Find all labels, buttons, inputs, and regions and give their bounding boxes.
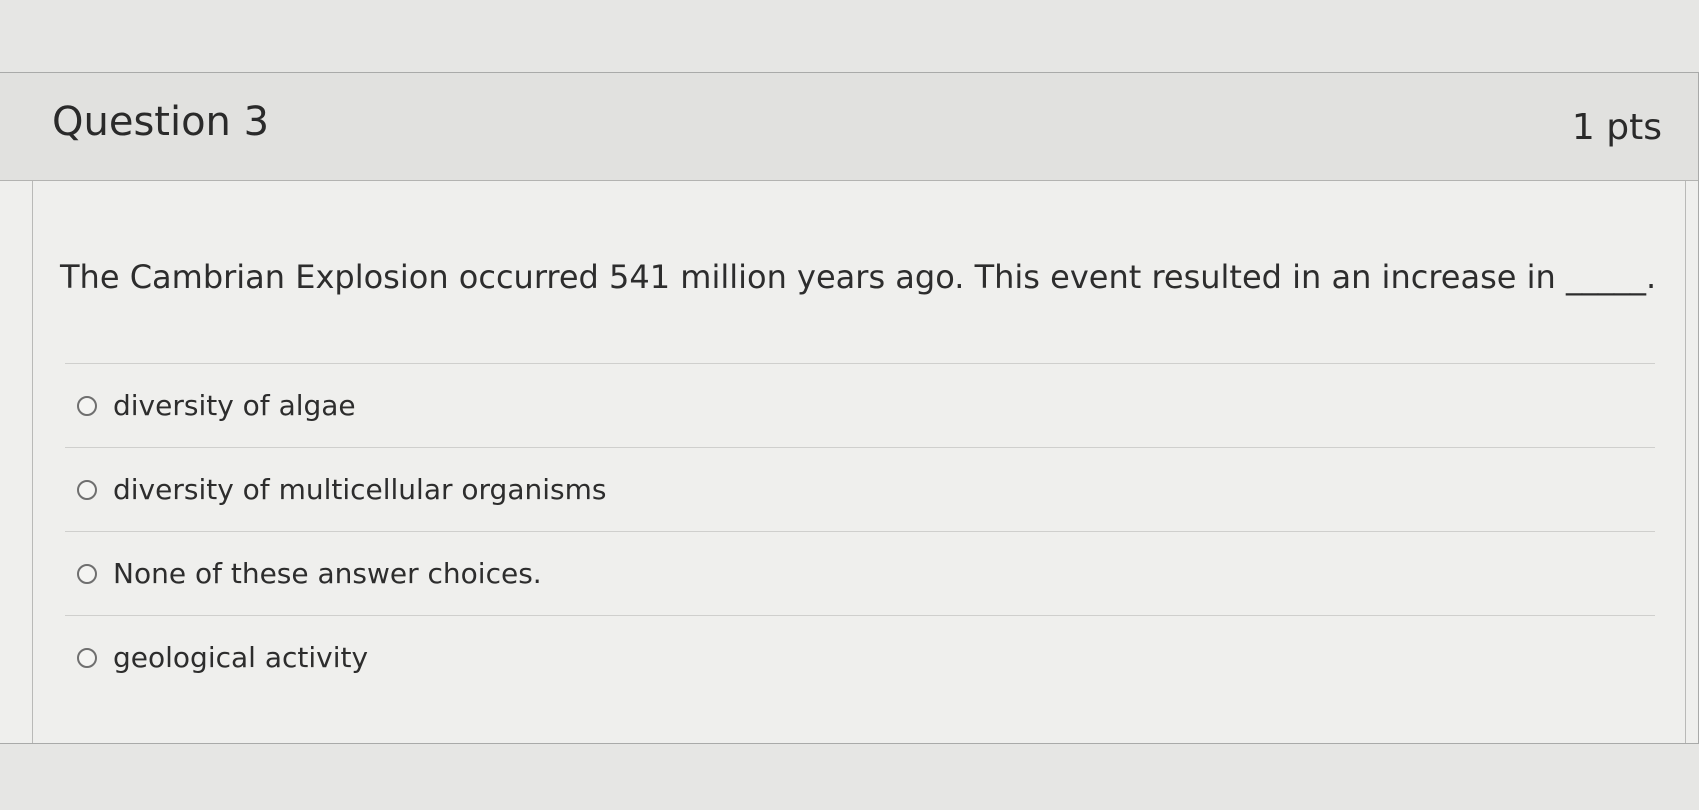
radio-button[interactable] xyxy=(77,647,97,668)
question-header: Question 3 1 pts xyxy=(0,73,1698,181)
radio-button[interactable] xyxy=(77,563,97,584)
question-text: The Cambrian Explosion occurred 541 mill… xyxy=(60,258,1657,296)
answer-option[interactable]: diversity of algae xyxy=(65,363,1655,447)
radio-button[interactable] xyxy=(77,479,97,500)
answer-label[interactable]: diversity of multicellular organisms xyxy=(113,473,606,506)
radio-button[interactable] xyxy=(77,395,97,416)
answer-list: diversity of algae diversity of multicel… xyxy=(65,363,1655,699)
answer-label[interactable]: None of these answer choices. xyxy=(113,557,542,590)
answer-label[interactable]: diversity of algae xyxy=(113,389,356,422)
question-card: Question 3 1 pts The Cambrian Explosion … xyxy=(0,72,1699,744)
answer-label[interactable]: geological activity xyxy=(113,641,368,674)
answer-option[interactable]: diversity of multicellular organisms xyxy=(65,447,1655,531)
answer-option[interactable]: geological activity xyxy=(65,615,1655,699)
question-points: 1 pts xyxy=(1571,107,1662,148)
answer-option[interactable]: None of these answer choices. xyxy=(65,531,1655,615)
question-title: Question 3 xyxy=(52,99,270,145)
